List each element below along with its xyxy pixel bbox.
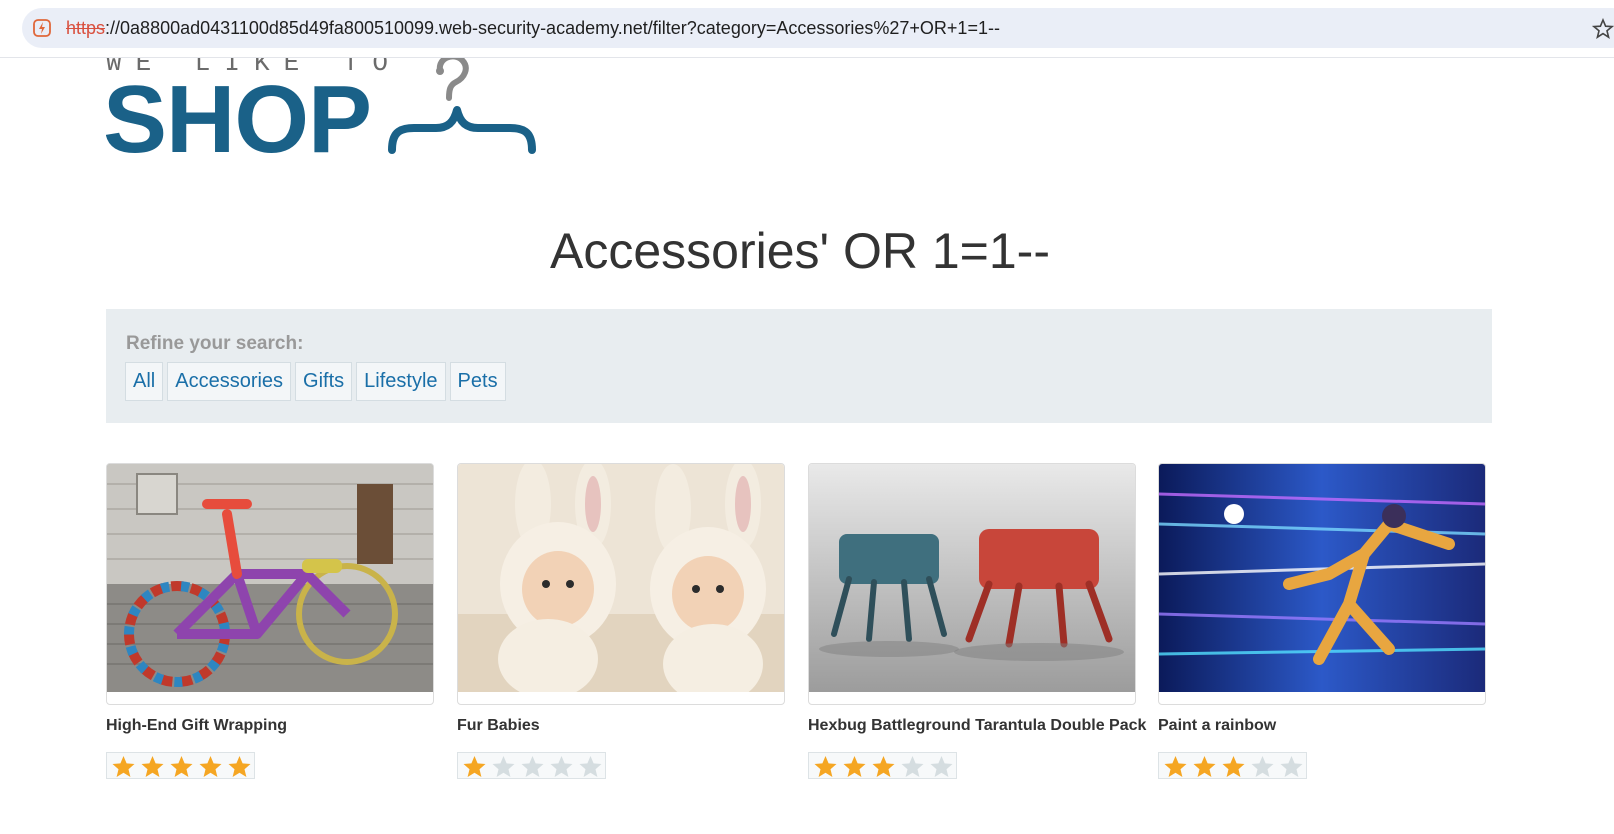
star-empty-icon <box>1280 756 1303 777</box>
logo-wordmark: SHOP <box>106 66 372 168</box>
star-filled-icon <box>463 756 486 777</box>
filter-link-accessories[interactable]: Accessories <box>167 362 292 401</box>
filter-link-gifts[interactable]: Gifts <box>295 362 353 401</box>
star-filled-icon <box>199 756 222 777</box>
star-empty-icon <box>521 756 544 777</box>
neon-runner-photo-icon <box>1159 464 1485 692</box>
filter-link-lifestyle[interactable]: Lifestyle <box>356 362 446 401</box>
site-info-icon[interactable] <box>32 18 52 38</box>
filter-links: All Accessories Gifts Lifestyle Pets <box>125 362 506 401</box>
product-name[interactable]: Hexbug Battleground Tarantula Double Pac… <box>808 717 1146 735</box>
url-path: ://0a8800ad0431100d85d49fa800510099.web-… <box>105 18 1000 38</box>
robot-spiders-photo-icon <box>809 464 1135 692</box>
star-empty-icon <box>550 756 573 777</box>
product-card: Fur Babies <box>457 463 785 779</box>
star-empty-icon <box>1251 756 1274 777</box>
filter-link-pets[interactable]: Pets <box>449 362 506 401</box>
product-name[interactable]: Paint a rainbow <box>1158 717 1486 735</box>
star-filled-icon <box>228 756 251 777</box>
star-filled-icon <box>1193 756 1216 777</box>
product-image[interactable] <box>106 463 434 705</box>
page-title: Accessories' OR 1=1-- <box>550 223 1050 279</box>
star-filled-icon <box>141 756 164 777</box>
shop-logo[interactable]: WE LIKE TO SHOP <box>106 58 536 168</box>
rating-stars <box>1158 752 1307 779</box>
filter-label: Refine your search: <box>126 333 304 354</box>
product-name[interactable]: High-End Gift Wrapping <box>106 717 434 735</box>
product-card: Hexbug Battleground Tarantula Double Pac… <box>808 463 1146 779</box>
url-scheme: https <box>66 18 106 38</box>
star-filled-icon <box>112 756 135 777</box>
filter-panel: Refine your search: All Accessories Gift… <box>106 309 1492 423</box>
rating-stars <box>106 752 255 779</box>
product-name[interactable]: Fur Babies <box>457 717 785 735</box>
star-filled-icon <box>1164 756 1187 777</box>
url-text[interactable]: https://0a8800ad0431100d85d49fa800510099… <box>66 18 1000 38</box>
product-image[interactable] <box>457 463 785 705</box>
knitted-bicycle-photo-icon <box>107 464 433 692</box>
star-empty-icon <box>930 756 953 777</box>
browser-toolbar: https://0a8800ad0431100d85d49fa800510099… <box>0 0 1614 58</box>
product-image[interactable] <box>808 463 1136 705</box>
product-image[interactable] <box>1158 463 1486 705</box>
star-filled-icon <box>872 756 895 777</box>
star-empty-icon <box>492 756 515 777</box>
rating-stars <box>808 752 957 779</box>
star-empty-icon <box>901 756 924 777</box>
product-card: High-End Gift Wrapping <box>106 463 434 779</box>
star-filled-icon <box>170 756 193 777</box>
filter-link-all[interactable]: All <box>125 362 164 401</box>
babies-in-bunny-hats-photo-icon <box>458 464 784 692</box>
star-filled-icon <box>814 756 837 777</box>
hanger-icon <box>388 58 536 154</box>
address-bar[interactable]: https://0a8800ad0431100d85d49fa800510099… <box>22 8 1614 48</box>
star-filled-icon <box>1222 756 1245 777</box>
product-card: Paint a rainbow <box>1158 463 1486 779</box>
bookmark-star-icon[interactable] <box>1592 18 1614 40</box>
star-filled-icon <box>843 756 866 777</box>
rating-stars <box>457 752 606 779</box>
star-empty-icon <box>579 756 602 777</box>
